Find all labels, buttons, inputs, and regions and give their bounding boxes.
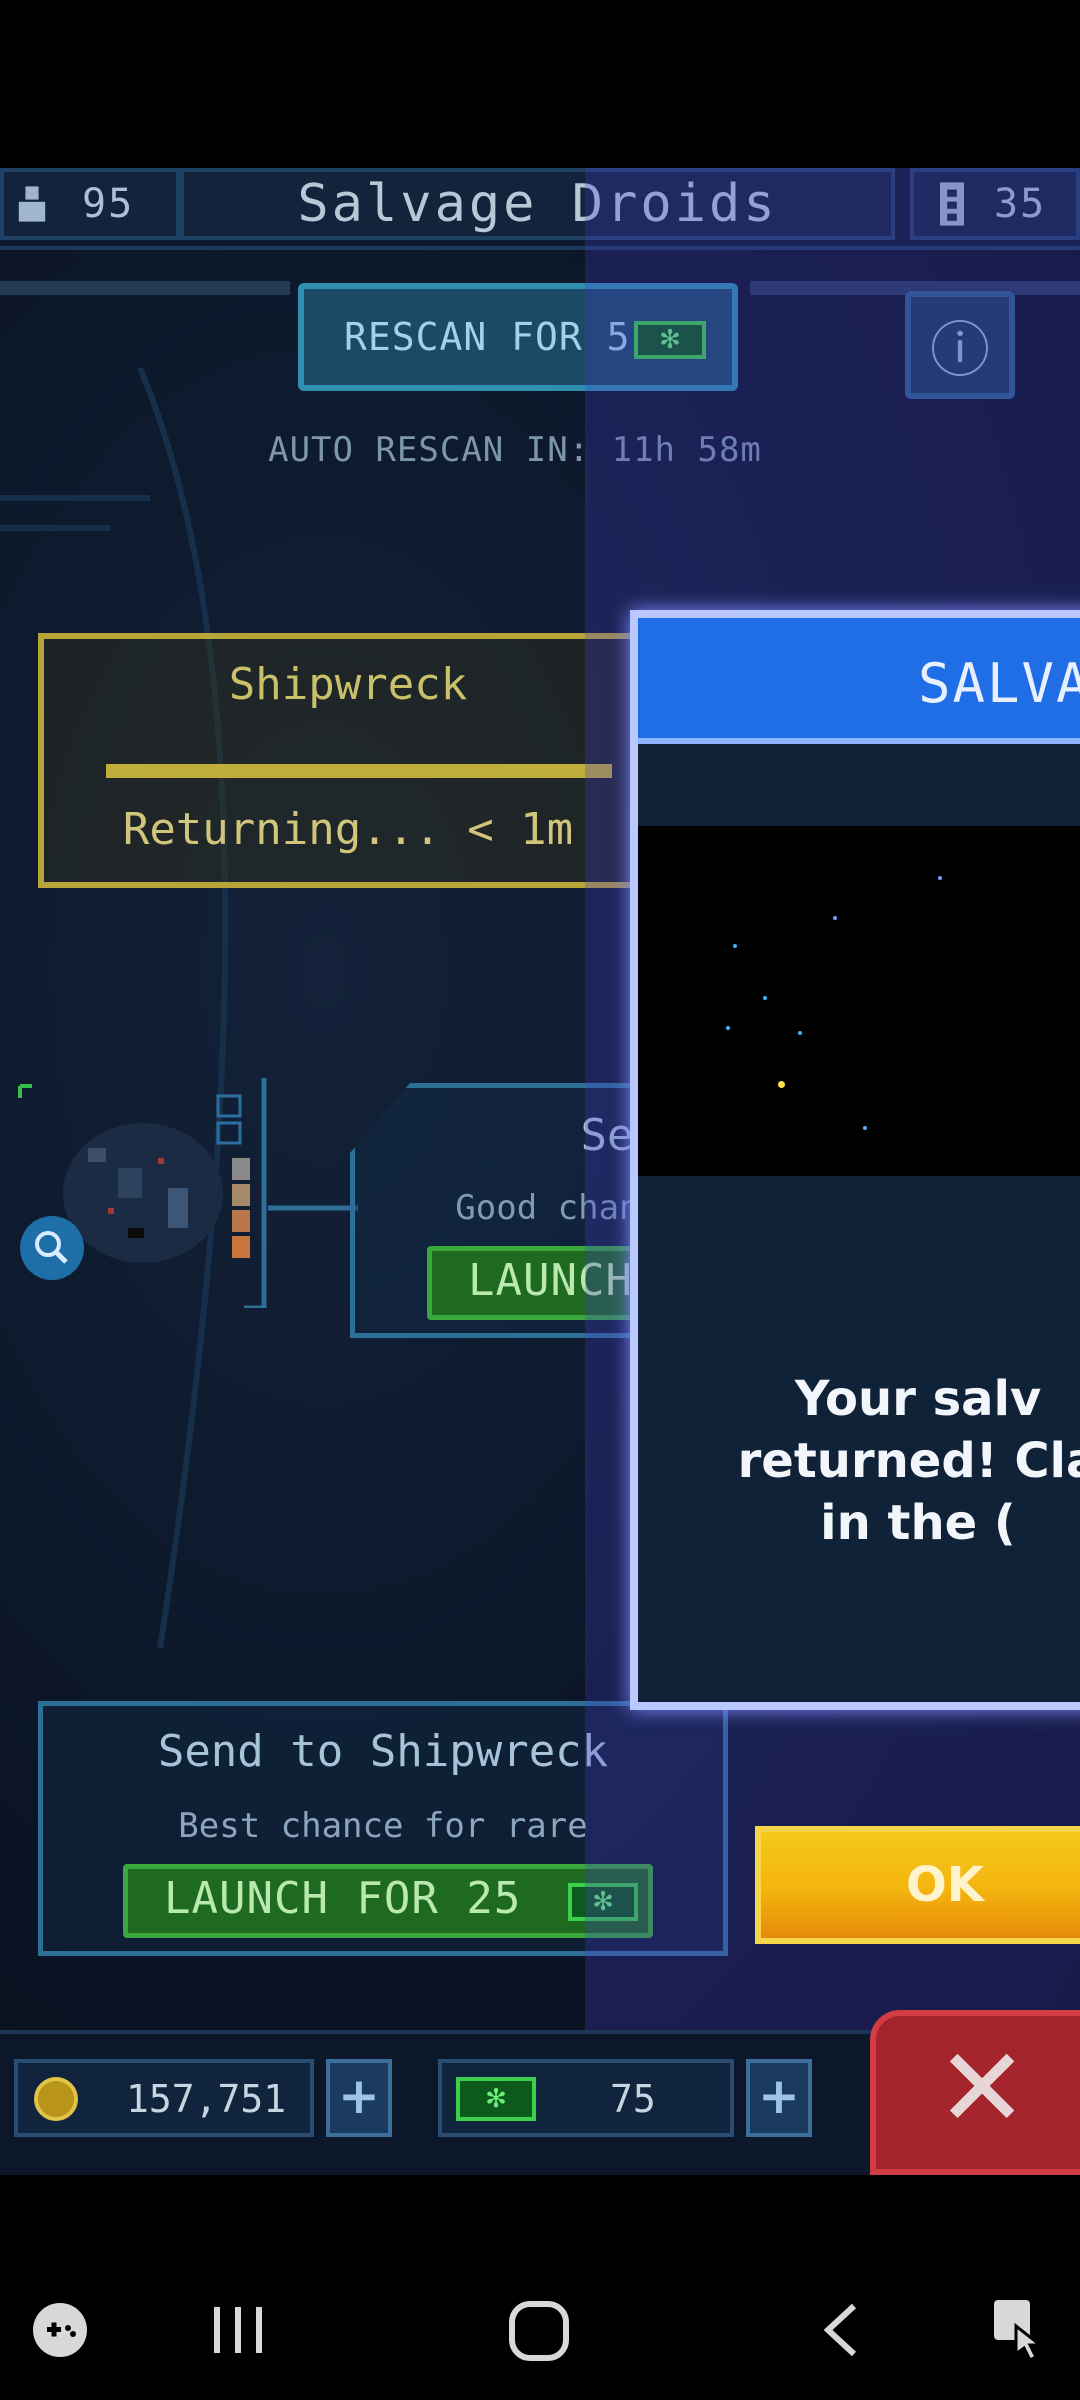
dialog-header: SALVA [638,618,1080,744]
star [763,996,767,1000]
close-button[interactable]: ✕ [870,2010,1080,2175]
coin-count: 157,751 [126,2077,287,2121]
dialog-title: SALVA [918,652,1080,715]
mission-progress-bar [106,764,612,778]
coin-balance: 157,751 [14,2059,314,2137]
home-icon[interactable] [508,2300,570,2362]
dialog-message: Your salv returned! Cla in the ( [737,1371,1080,1551]
star [733,944,737,948]
connector-line [268,1205,358,1211]
gem-icon [456,2077,536,2121]
star [778,1081,785,1088]
gem-balance: 75 [438,2059,734,2137]
game-launcher-icon[interactable] [30,2300,90,2360]
crew-counter: 95 [0,168,180,240]
coin-icon [34,2077,78,2121]
ok-label: OK [906,1857,984,1913]
launch-button-25[interactable]: LAUNCH FOR 25 [123,1864,653,1938]
recent-apps-icon[interactable] [210,2305,266,2355]
add-coins-button[interactable]: + [326,2059,392,2137]
salvage-dialog: SALVA Your salv returned! Cla in the ( [630,610,1080,1710]
screen-touch-icon[interactable] [990,2296,1054,2362]
crew-count: 95 [82,181,135,227]
mission-status: Returning... < 1m [122,804,574,855]
gem-count: 75 [610,2077,656,2121]
back-icon[interactable] [820,2302,860,2358]
ok-button[interactable]: OK [755,1826,1080,1944]
star [863,1126,867,1130]
game-screen: 95 Salvage Droids 35 RESCAN FOR 5 ⓘ AUTO… [0,168,1080,2175]
add-gems-button[interactable]: + [746,2059,812,2137]
mission-title: Shipwreck [228,659,468,710]
shipwreck-thumbnail[interactable] [18,1078,268,1308]
star [798,1031,802,1035]
star [938,876,942,880]
launch-label: LAUNCH FOR 25 [164,1873,522,1924]
star [833,916,837,920]
mission-shipwreck-returning[interactable]: Shipwreck Returning... < 1m [38,633,658,888]
star [726,1026,730,1030]
space-image [638,826,1080,1176]
person-icon [18,186,46,222]
system-nav-bar [0,2260,1080,2400]
close-icon: ✕ [936,2024,1029,2152]
